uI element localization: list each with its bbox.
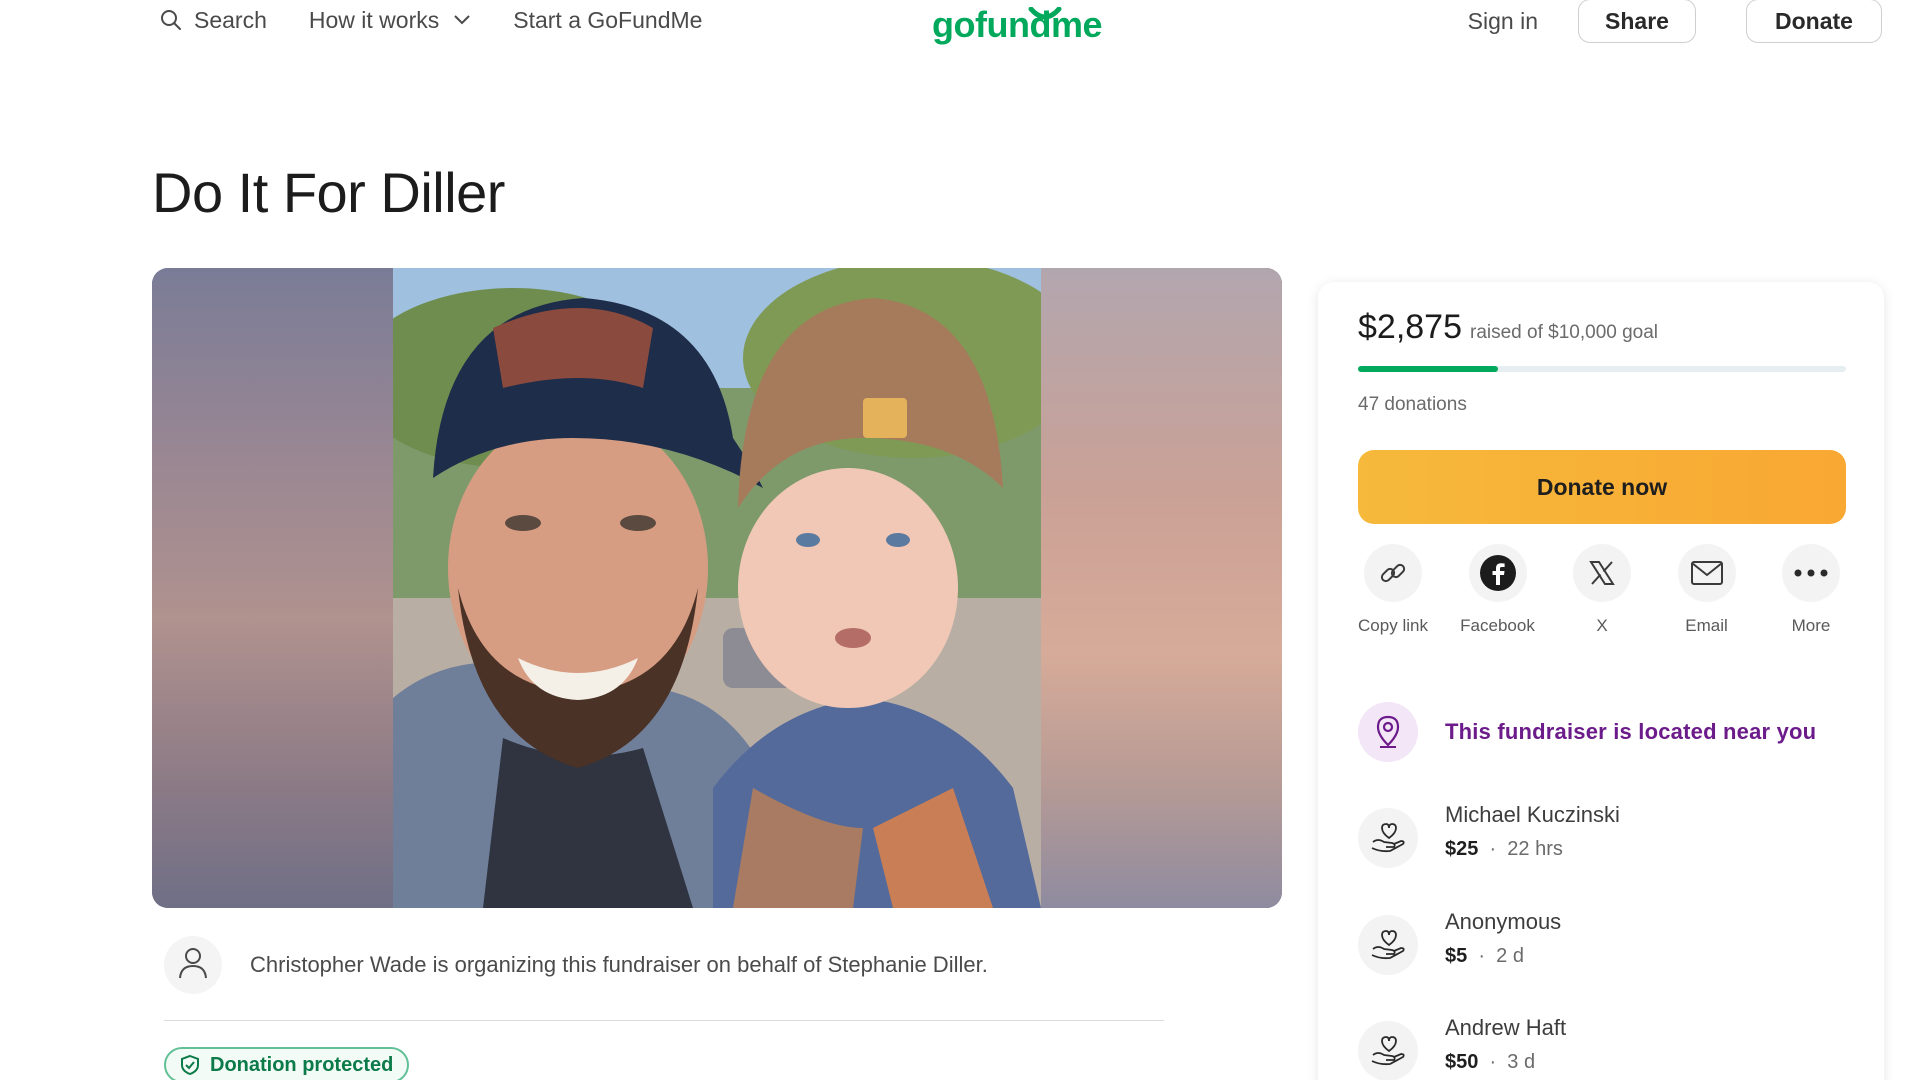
share-facebook[interactable]: Facebook xyxy=(1460,544,1535,638)
logo-text: gofundme xyxy=(932,4,1102,45)
share-email-label: Email xyxy=(1685,616,1728,635)
more-icon xyxy=(1782,544,1840,602)
raised-amount: $2,875 xyxy=(1358,308,1462,346)
near-you-text: This fundraiser is located near you xyxy=(1445,719,1817,744)
meta-separator: · xyxy=(1483,1051,1508,1073)
donations-count: 47 donations xyxy=(1358,394,1467,415)
how-it-works-label: How it works xyxy=(308,6,440,33)
search-label: Search xyxy=(194,6,267,33)
organizer-text: Christopher Wade is organizing this fund… xyxy=(250,952,988,977)
location-pin-icon xyxy=(1358,702,1418,762)
campaign-title: Do It For Diller xyxy=(152,161,505,224)
donor-item: Michael Kuczinski $25 · 22 hrs xyxy=(1358,802,1620,868)
start-gofundme-link[interactable]: Start a GoFundMe xyxy=(513,7,702,34)
raised-goal-text: raised of $10,000 goal xyxy=(1470,322,1659,343)
donation-sidebar: $2,875 raised of $10,000 goal 47 donatio… xyxy=(1318,282,1884,1080)
logo-mark-icon xyxy=(1027,0,1063,32)
donor-meta: $5 · 2 d xyxy=(1445,945,1561,968)
share-x-label: X xyxy=(1596,616,1608,635)
donor-item: Andrew Haft $50 · 3 d xyxy=(1358,1015,1566,1080)
donor-item: Anonymous $5 · 2 d xyxy=(1358,909,1561,975)
donor-meta: $25 · 22 hrs xyxy=(1445,838,1620,861)
header-share-button[interactable]: Share xyxy=(1578,0,1696,43)
share-facebook-label: Facebook xyxy=(1460,616,1535,635)
donor-name: Anonymous xyxy=(1445,909,1562,934)
donor-details: Anonymous $5 · 2 d xyxy=(1445,909,1561,968)
raised-summary: $2,875 raised of $10,000 goal xyxy=(1358,308,1658,347)
donation-heart-hand-icon xyxy=(1358,808,1418,868)
donation-protected-badge[interactable]: Donation protected xyxy=(164,1047,410,1080)
share-x[interactable]: X xyxy=(1567,544,1637,638)
sign-in-link[interactable]: Sign in xyxy=(1468,8,1538,35)
donor-meta: $50 · 3 d xyxy=(1445,1051,1566,1074)
nav-right: Sign in Share Donate xyxy=(1468,0,1882,43)
share-options: Copy link Facebook X Email More xyxy=(1358,544,1846,638)
donor-name: Andrew Haft xyxy=(1445,1015,1567,1040)
email-icon xyxy=(1677,544,1736,602)
link-icon xyxy=(1364,544,1422,602)
donor-amount: $5 xyxy=(1445,945,1468,967)
section-divider xyxy=(164,1020,1164,1021)
top-nav: Search How it works Start a GoFundMe gof… xyxy=(0,0,1920,60)
meta-separator: · xyxy=(1483,838,1508,860)
donor-amount: $50 xyxy=(1445,1051,1479,1073)
start-gofundme-label: Start a GoFundMe xyxy=(513,6,703,33)
donor-amount: $25 xyxy=(1445,838,1479,860)
user-icon xyxy=(177,946,209,985)
campaign-hero-image[interactable] xyxy=(152,268,1282,908)
donor-details: Andrew Haft $50 · 3 d xyxy=(1445,1015,1566,1074)
gofundme-logo[interactable]: gofundme xyxy=(932,4,1102,46)
near-you-notice: This fundraiser is located near you xyxy=(1358,702,1816,762)
nav-left: Search How it works Start a GoFundMe xyxy=(160,4,744,36)
donation-protected-label: Donation protected xyxy=(210,1053,394,1076)
meta-separator: · xyxy=(1472,945,1497,967)
shield-check-icon xyxy=(180,1054,200,1076)
donor-name: Michael Kuczinski xyxy=(1445,802,1620,827)
donation-heart-hand-icon xyxy=(1358,915,1418,975)
facebook-icon xyxy=(1468,544,1527,602)
search-icon xyxy=(160,9,182,31)
share-more[interactable]: More xyxy=(1776,544,1846,638)
share-copy-link-label: Copy link xyxy=(1358,616,1428,635)
donate-now-button[interactable]: Donate now xyxy=(1358,450,1846,524)
page: Search How it works Start a GoFundMe gof… xyxy=(0,0,1920,1080)
donor-time: 22 hrs xyxy=(1507,838,1563,860)
organizer-avatar[interactable] xyxy=(164,936,222,994)
hero-blur-right xyxy=(1041,268,1282,908)
hero-blur-left xyxy=(152,268,393,908)
how-it-works-menu[interactable]: How it works xyxy=(309,7,471,34)
progress-bar-fill xyxy=(1358,366,1499,372)
chevron-down-icon xyxy=(453,14,471,26)
share-copy-link[interactable]: Copy link xyxy=(1358,544,1428,638)
progress-bar xyxy=(1358,366,1846,372)
campaign-photo xyxy=(393,268,1041,908)
header-donate-button[interactable]: Donate xyxy=(1746,0,1882,43)
organizer-info: Christopher Wade is organizing this fund… xyxy=(164,936,988,994)
share-more-label: More xyxy=(1791,616,1831,635)
donor-details: Michael Kuczinski $25 · 22 hrs xyxy=(1445,802,1620,861)
search-button[interactable]: Search xyxy=(160,7,267,34)
donor-time: 2 d xyxy=(1496,945,1524,967)
x-icon xyxy=(1573,544,1631,602)
share-email[interactable]: Email xyxy=(1672,544,1742,638)
donation-heart-hand-icon xyxy=(1358,1021,1418,1080)
donor-time: 3 d xyxy=(1507,1051,1536,1073)
